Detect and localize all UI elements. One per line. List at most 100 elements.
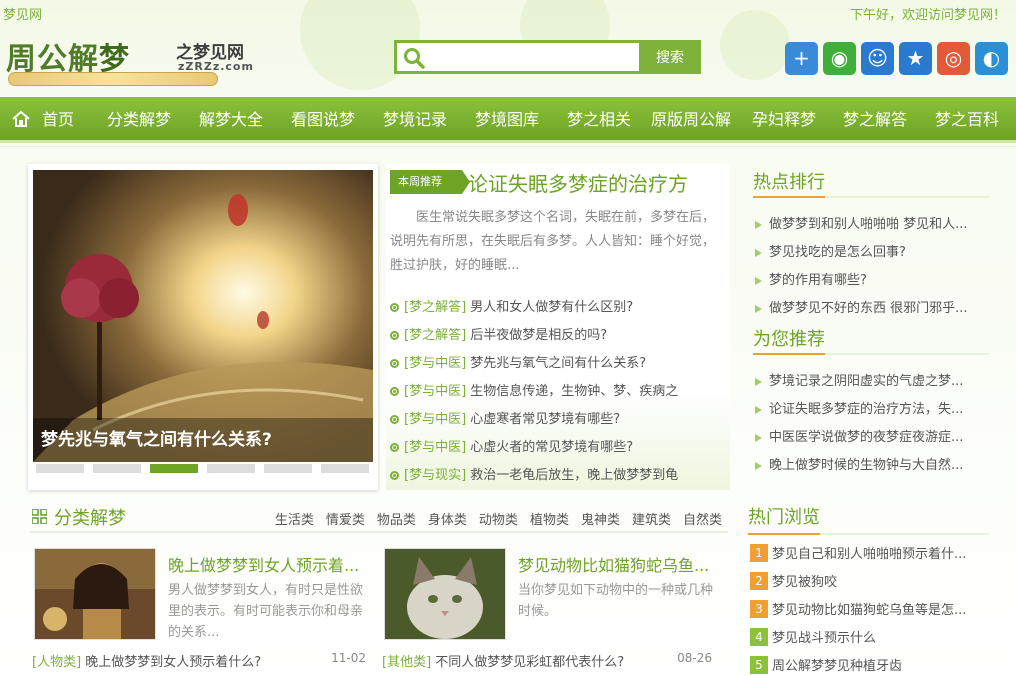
slider-dot[interactable] — [207, 464, 255, 473]
hot-browse-item[interactable]: 5 周公解梦梦见种植牙齿 — [750, 654, 990, 676]
item-title[interactable]: 心虚寒者常见梦境有哪些? — [470, 412, 620, 427]
item-category[interactable]: [人物类] — [32, 655, 81, 670]
qq-icon[interactable]: ☺ — [861, 42, 894, 75]
site-name-link[interactable]: 梦见网 — [3, 4, 42, 23]
qzone-icon[interactable]: ★ — [899, 42, 932, 75]
greeting-text: 下午好，欢迎访问梦见网！ — [849, 8, 1006, 23]
item-title[interactable]: 救治一老龟后放生，晚上做梦梦到龟 — [470, 468, 678, 483]
sidebar-link[interactable]: 晚上做梦时候的生物钟与大自然... — [753, 452, 989, 480]
subcategory-link[interactable]: 植物类 — [530, 513, 569, 528]
list-item[interactable]: [人物类] 晚上做梦梦到女人预示着什么? 11-02 — [32, 651, 372, 670]
weibo-icon[interactable]: ◎ — [937, 42, 970, 75]
nav-item[interactable]: 孕妇释梦 — [752, 97, 816, 143]
item-title[interactable]: 心虚火者的常见梦境有哪些? — [470, 440, 633, 455]
article-title[interactable]: 晚上做梦梦到女人预示着... — [168, 552, 368, 576]
item-title[interactable]: 梦见自己和别人啪啪啪预示着什... — [772, 547, 966, 562]
item-title[interactable]: 后半夜做梦是相反的吗? — [470, 328, 607, 343]
nav-item[interactable]: 梦境记录 — [383, 97, 447, 143]
nav-item[interactable]: 梦之相关 — [567, 97, 631, 143]
item-category[interactable]: [梦与中医] — [404, 412, 466, 427]
list-item[interactable]: [其他类] 不同人做梦梦见彩虹都代表什么? 08-26 — [382, 651, 722, 670]
hot-browse-item[interactable]: 4 梦见战斗预示什么 — [750, 626, 990, 654]
sidebar-link[interactable]: 梦见找吃的是怎么回事? — [753, 239, 989, 267]
featured-list-item[interactable]: [梦之解答] 后半夜做梦是相反的吗? — [390, 322, 726, 350]
featured-list-item[interactable]: [梦与中医] 生物信息传递，生物钟、梦、疾病之 — [390, 378, 726, 406]
slide-caption[interactable]: 梦先兆与氧气之间有什么关系? — [33, 418, 373, 462]
item-title[interactable]: 梦先兆与氧气之间有什么关系? — [470, 356, 646, 371]
slider-dot[interactable] — [150, 464, 198, 473]
article-title[interactable]: 梦见动物比如猫狗蛇乌鱼... — [518, 552, 718, 576]
item-title[interactable]: 生物信息传递，生物钟、梦、疾病之 — [470, 384, 678, 399]
item-category[interactable]: [其他类] — [382, 655, 431, 670]
hot-browse-item[interactable]: 1 梦见自己和别人啪啪啪预示着什... — [750, 542, 990, 570]
nav-item[interactable]: 梦之百科 — [935, 97, 999, 143]
article-thumbnail[interactable] — [384, 548, 506, 640]
featured-list-item[interactable]: [梦与中医] 梦先兆与氧气之间有什么关系? — [390, 350, 726, 378]
featured-title[interactable]: 论证失眠多梦症的治疗方 — [468, 168, 688, 197]
subcategory-link[interactable]: 鬼神类 — [581, 513, 620, 528]
nav-item[interactable]: 看图说梦 — [291, 97, 355, 143]
item-title[interactable]: 晚上做梦梦到女人预示着什么? — [85, 655, 261, 670]
nav-item[interactable]: 解梦大全 — [199, 97, 263, 143]
article-summary: 男人做梦梦到女人，有时只是性欲里的表示。有时可能表示你和母亲的关系... — [168, 583, 364, 640]
subcategory-link[interactable]: 生活类 — [275, 513, 314, 528]
article-thumbnail[interactable] — [34, 548, 156, 640]
sidebar-link[interactable]: 梦境记录之阴阳虚实的气虚之梦... — [753, 368, 989, 396]
sidebar-link[interactable]: 论证失眠多梦症的治疗方法，失... — [753, 396, 989, 424]
item-category[interactable]: [梦与中医] — [404, 440, 466, 455]
slider-dot[interactable] — [264, 464, 312, 473]
site-logo[interactable]: 周公解梦 之梦见网 zZRZz.com — [6, 34, 268, 90]
hot-browse-item[interactable]: 2 梦见被狗咬 — [750, 570, 990, 598]
item-title[interactable]: 梦见战斗预示什么 — [772, 631, 876, 646]
item-category[interactable]: [梦与现实] — [404, 468, 466, 483]
item-title[interactable]: 梦见动物比如猫狗蛇乌鱼等是怎... — [772, 603, 966, 618]
nav-item[interactable]: 分类解梦 — [107, 97, 171, 143]
bullet-icon — [390, 387, 399, 396]
subcategory-link[interactable]: 物品类 — [377, 513, 416, 528]
hot-browse-item[interactable]: 3 梦见动物比如猫狗蛇乌鱼等是怎... — [750, 598, 990, 626]
sidebar-link[interactable]: 梦的作用有哪些? — [753, 267, 989, 295]
search-input[interactable] — [431, 45, 636, 69]
bullet-icon — [390, 415, 399, 424]
nav-item[interactable]: 梦之解答 — [843, 97, 907, 143]
plus-icon[interactable]: + — [785, 42, 818, 75]
subcategory-link[interactable]: 建筑类 — [632, 513, 671, 528]
home-icon — [12, 110, 30, 127]
tencent-weibo-icon[interactable]: ◐ — [975, 42, 1008, 75]
slider-dot[interactable] — [93, 464, 141, 473]
item-category[interactable]: [梦之解答] — [404, 300, 466, 315]
wechat-icon[interactable]: ◉ — [823, 42, 856, 75]
subcategory-link[interactable]: 情爱类 — [326, 513, 365, 528]
rank-number: 3 — [750, 600, 768, 618]
nav-item[interactable]: 原版周公解 — [651, 97, 731, 143]
slider-dot[interactable] — [321, 464, 369, 473]
item-category[interactable]: [梦之解答] — [404, 328, 466, 343]
item-title[interactable]: 梦见被狗咬 — [772, 575, 837, 590]
item-category[interactable]: [梦与中医] — [404, 384, 466, 399]
bullet-icon — [390, 303, 399, 312]
featured-list-item[interactable]: [梦与现实] 救治一老龟后放生，晚上做梦梦到龟 — [390, 462, 726, 490]
subcategory-link[interactable]: 身体类 — [428, 513, 467, 528]
search-button[interactable]: 搜索 — [639, 40, 701, 74]
featured-list-item[interactable]: [梦与中医] 心虚寒者常见梦境有哪些? — [390, 406, 726, 434]
subcategory-link[interactable]: 自然类 — [683, 513, 722, 528]
item-title[interactable]: 男人和女人做梦有什么区别? — [470, 300, 633, 315]
sidebar-link[interactable]: 做梦梦见不好的东西 很邪门邪乎... — [753, 295, 989, 323]
item-title[interactable]: 不同人做梦梦见彩虹都代表什么? — [435, 655, 624, 670]
slider-dot[interactable] — [36, 464, 84, 473]
sidebar-link[interactable]: 做梦梦到和别人啪啪啪 梦见和人... — [753, 211, 989, 239]
item-date: 08-26 — [677, 651, 712, 665]
featured-list-item[interactable]: [梦之解答] 男人和女人做梦有什么区别? — [390, 294, 726, 322]
sidebar-link[interactable]: 中医医学说做梦的夜梦症夜游症... — [753, 424, 989, 452]
slide-image[interactable]: 梦先兆与氧气之间有什么关系? — [33, 170, 373, 462]
article-card[interactable]: 梦见动物比如猫狗蛇乌鱼... 当你梦见如下动物中的一种或几种时候。 — [380, 546, 720, 646]
featured-list-item[interactable]: [梦与中医] 心虚火者的常见梦境有哪些? — [390, 434, 726, 462]
rank-number: 1 — [750, 544, 768, 562]
article-card[interactable]: 晚上做梦梦到女人预示着... 男人做梦梦到女人，有时只是性欲里的表示。有时可能表… — [30, 546, 370, 646]
nav-item[interactable]: 梦境图库 — [475, 97, 539, 143]
hot-rank-heading: 热点排行 — [753, 168, 989, 198]
item-title[interactable]: 周公解梦梦见种植牙齿 — [772, 659, 902, 674]
item-category[interactable]: [梦与中医] — [404, 356, 466, 371]
nav-item[interactable]: 首页 — [42, 97, 74, 143]
subcategory-link[interactable]: 动物类 — [479, 513, 518, 528]
